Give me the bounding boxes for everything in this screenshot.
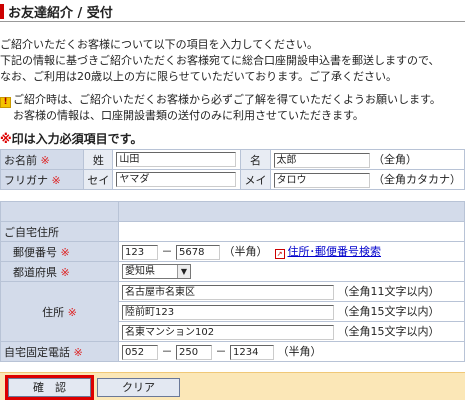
phone-row: 自宅固定電話 ※ 052 － 250 － 1234 （半角） — [0, 341, 465, 362]
phone-label: 自宅固定電話 — [4, 345, 70, 359]
mei-label: 名 — [240, 149, 271, 170]
title-divider — [0, 21, 465, 22]
name-label-cell: お名前 ※ — [0, 149, 85, 170]
button-bar: 確 認 クリア — [0, 372, 465, 400]
intro-text: ご紹介いただくお客様について以下の項目を入力してください。 下記の情報に基づきご… — [0, 37, 465, 85]
exclamation-icon: ! — [0, 97, 11, 108]
first-name-kana-input[interactable]: タロウ — [273, 172, 370, 188]
first-name-input[interactable]: 太郎 — [273, 152, 370, 168]
kana-label: フリガナ — [4, 173, 48, 187]
page-title: お友達紹介 / 受付 — [8, 5, 113, 21]
intro-line-1: ご紹介いただくお客様について以下の項目を入力してください。 — [0, 38, 319, 51]
required-mark: ※ — [60, 265, 70, 279]
address-line-3-hint: （全角15文字以内） — [337, 325, 440, 339]
mei-kana-label: メイ — [240, 169, 271, 190]
sei-kana-label: セイ — [83, 169, 114, 190]
prefecture-row: 都道府県 ※ 愛知県 ▼ — [0, 261, 465, 282]
address-line-1-row: 住所 ※ 名古屋市名東区 （全角11文字以内） — [0, 281, 465, 342]
address-line-1-input[interactable]: 名古屋市名東区 — [122, 284, 334, 300]
address-label: 住所 — [42, 305, 65, 319]
address-section-label: ご自宅住所 — [0, 221, 119, 242]
postal-label-cell: 郵便番号 ※ — [0, 241, 119, 262]
required-mark: ※ — [67, 305, 77, 319]
last-name-input[interactable]: 山田 — [116, 152, 237, 167]
postal-label: 郵便番号 — [13, 245, 57, 259]
notice-line-2: お客様の情報は、口座開設書類の送付のみに利用させていただきます。 — [13, 109, 364, 122]
phone-separator-1: － — [161, 345, 173, 359]
address-line-2-input[interactable]: 陸前町123 — [122, 304, 334, 320]
clear-button[interactable]: クリア — [97, 378, 180, 397]
prefecture-label-cell: 都道府県 ※ — [0, 261, 119, 282]
notice-line-1: ご紹介時は、ご紹介いただくお客様から必ずご了解を得ていただくようお願いします。 — [13, 93, 441, 106]
prefecture-selected-value: 愛知県 — [125, 266, 155, 277]
chevron-down-icon[interactable]: ▼ — [177, 265, 190, 278]
required-mark: ※ — [73, 345, 83, 359]
last-name-kana-input[interactable]: ヤマダ — [116, 172, 237, 187]
phone-separator-2: － — [215, 345, 227, 359]
confirm-button[interactable]: 確 認 — [5, 375, 94, 400]
postal-hint: （半角） — [223, 245, 268, 259]
phone-label-cell: 自宅固定電話 ※ — [0, 341, 119, 362]
phone-hint: （半角） — [277, 345, 322, 359]
address-label-cell: 住所 ※ — [0, 281, 119, 342]
name-hint: （全角） — [373, 153, 417, 167]
address-search-link[interactable]: 住所･郵便番号検索 — [288, 245, 382, 258]
postal-separator: － — [161, 245, 173, 259]
prefecture-label: 都道府県 — [13, 265, 57, 279]
name-row: お名前 ※ 姓 山田 名 太郎 （全角） — [0, 149, 465, 170]
address-table: ご自宅住所 郵便番号 ※ 123 － 5678 （半角） ↗ 住所･郵便番号検索 … — [0, 201, 465, 362]
address-line-1-hint: （全角11文字以内） — [337, 285, 440, 299]
name-table: お名前 ※ 姓 山田 名 太郎 （全角） フリガナ ※ セイ ヤマダ メイ タロ… — [0, 149, 465, 190]
postal-code-input-1[interactable]: 123 — [122, 244, 158, 260]
name-label: お名前 — [4, 153, 37, 167]
prefecture-select[interactable]: 愛知県 ▼ — [122, 264, 191, 279]
address-line-2-hint: （全角15文字以内） — [337, 305, 440, 319]
intro-line-3: なお、ご利用は20歳以上の方に限らせていただいております。ご了承ください。 — [0, 70, 398, 83]
required-note-text: 印は入力必須項目です。 — [11, 132, 143, 146]
kana-hint: （全角カタカナ） — [373, 173, 461, 187]
required-mark: ※ — [51, 173, 61, 187]
required-mark: ※ — [60, 245, 70, 259]
intro-line-2: 下記の情報に基づきご紹介いただくお客様宛てに総合口座開設申込書を郵送しますので、 — [0, 54, 440, 67]
postal-code-input-2[interactable]: 5678 — [176, 244, 220, 260]
postal-row: 郵便番号 ※ 123 － 5678 （半角） ↗ 住所･郵便番号検索 — [0, 241, 465, 262]
phone-input-2[interactable]: 250 — [176, 344, 212, 360]
page-header: お友達紹介 / 受付 — [0, 0, 465, 22]
external-link-icon: ↗ — [274, 249, 285, 260]
sei-label: 姓 — [83, 149, 114, 170]
address-line-3-input[interactable]: 名東マンション102 — [122, 324, 334, 340]
kana-label-cell: フリガナ ※ — [0, 169, 85, 190]
title-accent-bar — [0, 3, 4, 19]
kana-row: フリガナ ※ セイ ヤマダ メイ タロウ （全角カタカナ） — [0, 169, 465, 190]
phone-input-3[interactable]: 1234 — [230, 344, 274, 360]
required-mark: ※ — [0, 132, 12, 146]
consent-notice: ! ご紹介時は、ご紹介いただくお客様から必ずご了解を得ていただくようお願いします。… — [0, 92, 465, 123]
address-section-row: ご自宅住所 — [0, 221, 465, 242]
phone-input-1[interactable]: 052 — [122, 344, 158, 360]
required-mark: ※ — [40, 153, 50, 167]
required-fields-note: ※印は入力必須項目です。 — [0, 130, 142, 147]
